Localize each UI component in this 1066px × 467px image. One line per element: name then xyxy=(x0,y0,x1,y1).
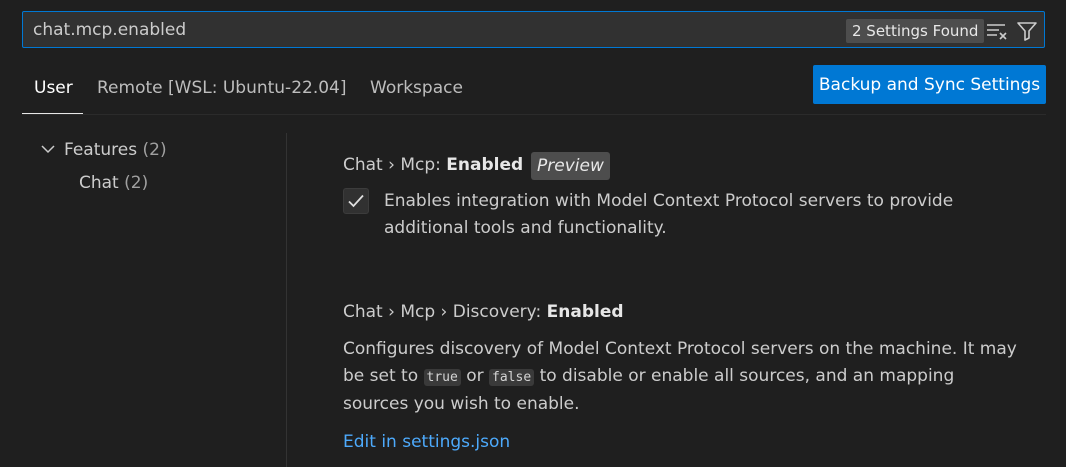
toc-item-label: Features xyxy=(64,140,138,160)
toc-item-count: (2) xyxy=(142,140,167,160)
tabs-divider xyxy=(22,114,1046,115)
clear-filter-icon[interactable] xyxy=(985,19,1009,43)
toc-item-label: Chat xyxy=(79,173,119,193)
description-line: Enables integration with Model Context P… xyxy=(384,191,954,211)
preview-tag: Preview xyxy=(531,152,610,180)
setting-description: Configures discovery of Model Context Pr… xyxy=(343,336,1017,418)
tab-remote-wsl[interactable]: Remote [WSL: Ubuntu-22.04] xyxy=(97,78,347,98)
edit-in-settings-json-link[interactable]: Edit in settings.json xyxy=(343,432,510,452)
description-text: or xyxy=(460,366,490,386)
setting-title-mcp-discovery-enabled: Chat › Mcp › Discovery: Enabled xyxy=(343,302,624,322)
settings-search-input[interactable] xyxy=(33,12,793,47)
setting-description: Enables integration with Model Context P… xyxy=(384,188,953,242)
setting-name: Enabled xyxy=(546,302,624,322)
setting-category: Chat › Mcp: xyxy=(343,155,447,175)
setting-category: Chat › Mcp › Discovery: xyxy=(343,302,547,322)
setting-name: Enabled xyxy=(446,155,524,175)
toc-item-features[interactable]: Features (2) xyxy=(40,140,167,160)
code-false: false xyxy=(489,369,535,386)
description-line: additional tools and functionality. xyxy=(384,218,667,238)
results-count-badge: 2 Settings Found xyxy=(846,19,985,43)
code-true: true xyxy=(423,369,461,386)
filter-icon[interactable] xyxy=(1015,19,1039,43)
settings-search-box[interactable]: 2 Settings Found xyxy=(22,11,1045,48)
description-text: to disable or enable all sources, and an… xyxy=(534,366,955,386)
description-text: be set to xyxy=(343,366,424,386)
toc-item-chat[interactable]: Chat (2) xyxy=(79,173,148,193)
toc-divider xyxy=(286,133,287,467)
tab-user[interactable]: User xyxy=(34,78,73,98)
tab-workspace[interactable]: Workspace xyxy=(370,78,463,98)
toc-item-count: (2) xyxy=(124,173,149,193)
description-line: Configures discovery of Model Context Pr… xyxy=(343,339,1017,359)
backup-and-sync-button[interactable]: Backup and Sync Settings xyxy=(813,65,1046,104)
mcp-enabled-checkbox[interactable] xyxy=(343,188,369,214)
setting-title-mcp-enabled: Chat › Mcp: Enabled xyxy=(343,155,523,175)
description-line: sources you wish to enable. xyxy=(343,394,580,414)
check-icon xyxy=(348,194,364,208)
description-line: be set to true or false to disable or en… xyxy=(343,363,1017,391)
chevron-down-icon xyxy=(41,145,55,154)
